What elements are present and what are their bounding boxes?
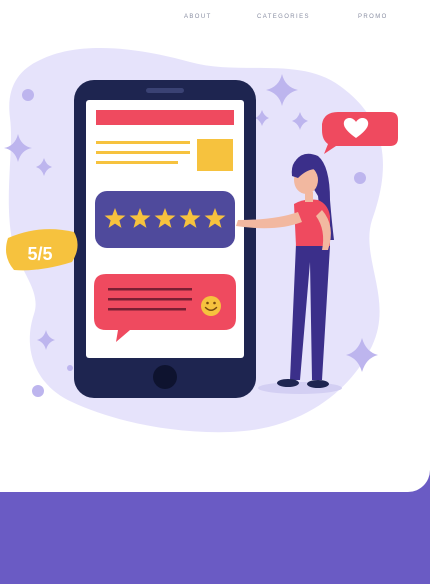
phone (74, 80, 256, 398)
comment-line (108, 288, 192, 291)
decor-dot (67, 365, 73, 371)
smiley-icon (201, 296, 221, 316)
phone-speaker (146, 88, 184, 93)
review-illustration: 5/5 (4, 47, 398, 433)
screen-text-line (96, 141, 190, 144)
screen-text-line (96, 161, 178, 164)
floor-shadow (258, 382, 342, 394)
comment-line (108, 308, 186, 311)
phone-home-button (153, 365, 177, 389)
rating-badge-label: 5/5 (27, 244, 52, 264)
decor-dot (32, 385, 44, 397)
decor-dot (354, 172, 366, 184)
comment-line (108, 298, 192, 301)
footer-band (0, 488, 430, 584)
screen-text-line (96, 151, 190, 154)
screen-thumbnail (197, 139, 233, 171)
decor-dot (22, 89, 34, 101)
screen-header-bar (96, 110, 234, 125)
hero-card: ABOUT CATEGORIES PROMO 5/5 (0, 0, 430, 492)
